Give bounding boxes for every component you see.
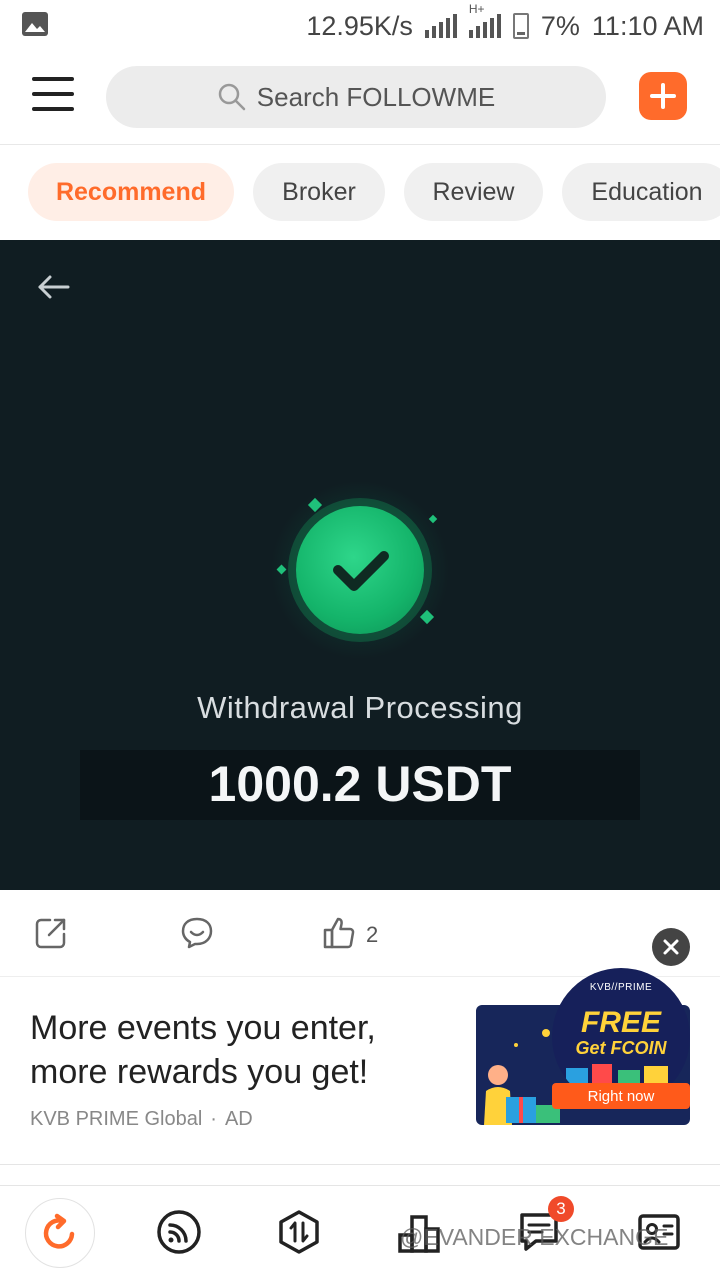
divider <box>0 1164 720 1165</box>
like-icon[interactable] <box>322 916 356 950</box>
battery-icon <box>512 13 529 39</box>
search-icon <box>218 83 246 111</box>
tab-review[interactable]: Review <box>404 163 543 221</box>
tab-recommend[interactable]: Recommend <box>28 163 234 221</box>
promo-title: FREE <box>580 1006 661 1039</box>
promo-brand: KVB//PRIME <box>589 982 653 993</box>
search-bar[interactable]: Search FOLLOWME <box>106 66 606 128</box>
ad-source-line: KVB PRIME Global · AD <box>30 1108 253 1131</box>
withdrawal-amount: 1000.2 USDT <box>208 756 512 812</box>
messages-badge: 3 <box>548 1196 574 1222</box>
battery-level: 7% <box>540 10 580 41</box>
ad-separator: · <box>210 1108 217 1130</box>
tab-broker[interactable]: Broker <box>253 163 385 221</box>
tab-education[interactable]: Education <box>562 163 720 221</box>
nav-home[interactable] <box>25 1198 95 1268</box>
ad-source: KVB PRIME Global <box>30 1108 203 1130</box>
image-notification-icon <box>22 12 48 36</box>
clock: 11:10 AM <box>591 10 704 41</box>
status-bar: 12.95K/s H+ 7% 11:10 AM <box>0 0 720 52</box>
bottom-navigation: 3 @EVANDER EXCHANGE <box>0 1185 720 1281</box>
plus-icon <box>650 83 676 109</box>
net-speed: 12.95K/s <box>306 10 413 41</box>
post-actions: 2 <box>0 890 720 977</box>
app-header: Search FOLLOWME <box>0 52 720 145</box>
nav-feed[interactable] <box>145 1198 213 1266</box>
promo-subtitle: Get FCOIN <box>575 1038 667 1058</box>
signal-icon-2 <box>468 14 501 38</box>
nav-trade[interactable] <box>265 1198 333 1266</box>
create-post-button[interactable] <box>639 72 687 120</box>
watermark-text: @EVANDER EXCHANGE <box>400 1224 669 1250</box>
ad-headline[interactable]: More events you enter, more rewards you … <box>30 1006 450 1094</box>
category-tabs: Recommend Broker Review Education <box>0 144 720 240</box>
promo-cta-button[interactable]: Right now <box>552 1083 690 1109</box>
back-arrow-icon[interactable] <box>36 272 72 302</box>
feed-icon <box>157 1210 201 1254</box>
search-placeholder: Search FOLLOWME <box>256 81 496 112</box>
comment-icon[interactable] <box>180 916 214 950</box>
trade-icon <box>279 1210 319 1254</box>
close-ad-icon[interactable] <box>652 928 690 966</box>
post-image[interactable]: Withdrawal Processing 1000.2 USDT <box>0 240 720 890</box>
refresh-icon <box>43 1213 75 1249</box>
menu-icon[interactable] <box>32 77 74 115</box>
withdrawal-status-text: Withdrawal Processing <box>197 690 523 725</box>
share-icon[interactable] <box>34 916 68 950</box>
signal-icon <box>424 14 457 38</box>
like-count: 2 <box>366 922 379 947</box>
ad-tag: AD <box>224 1108 253 1130</box>
success-check-icon <box>296 506 424 634</box>
network-type-label: H+ <box>468 2 485 16</box>
